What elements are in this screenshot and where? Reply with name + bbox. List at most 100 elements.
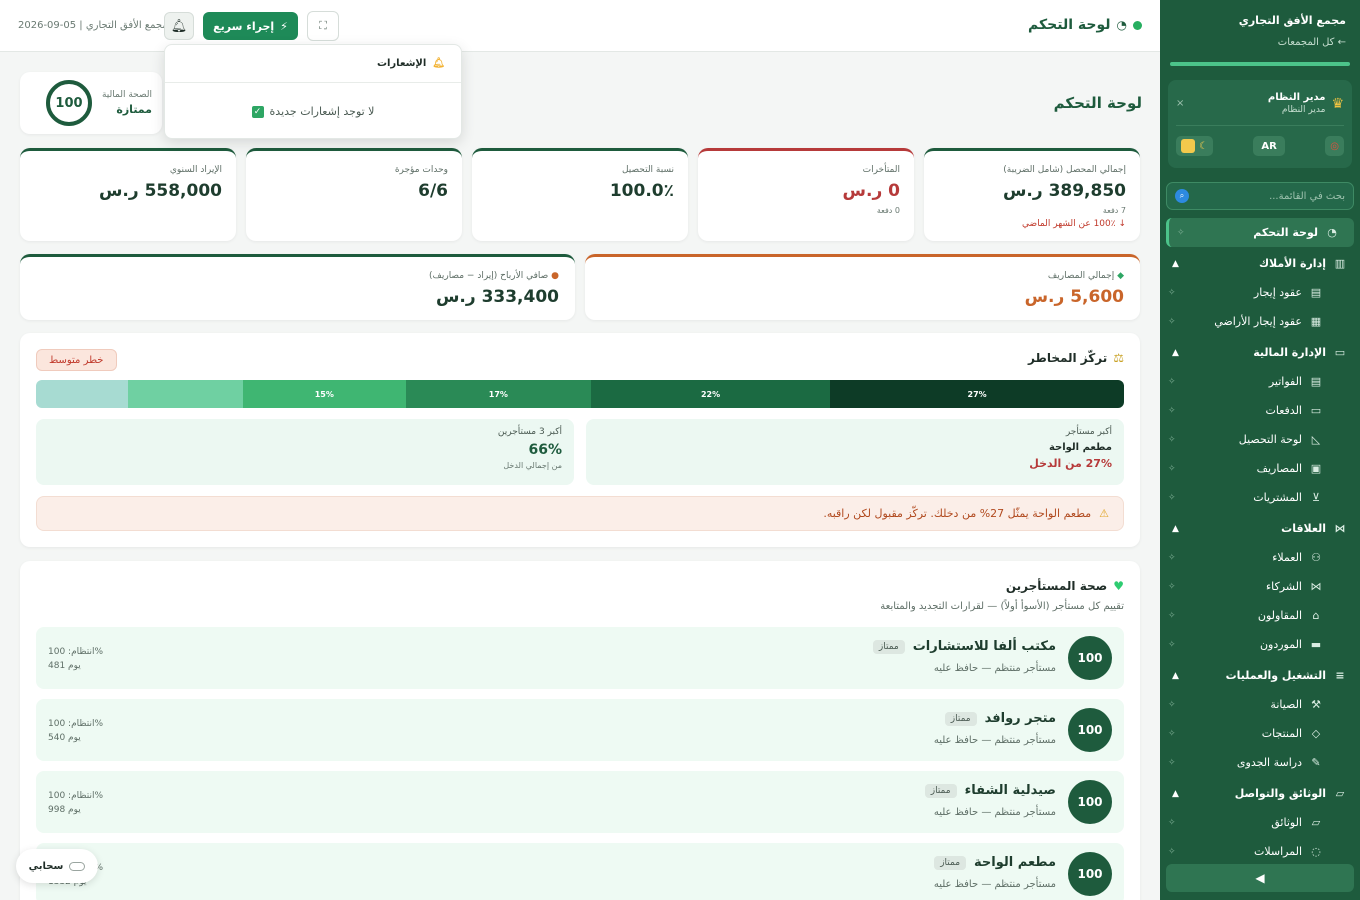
tenant-row[interactable]: 100 مطعم الواحة ممتاز مستأجر منتظم — حافظ… [36,843,1124,900]
pin-icon[interactable]: ✧ [1168,729,1176,739]
pin-icon[interactable]: ✧ [1168,435,1176,445]
sidebar-group-properties[interactable]: ▥ إدارة الأملاك ▲ [1160,249,1360,278]
sidebar-item-contractors[interactable]: ⌂ المقاولون ✧ [1160,601,1360,630]
sidebar-item-leases[interactable]: ▤ عقود إيجار ✧ [1160,278,1360,307]
kpi-value: 6/6 [418,181,448,201]
sidebar-group-documents[interactable]: ▱ الوثائق والتواصل ▲ [1160,779,1360,808]
kpi-label: صافي الأرباح (إيراد − مصاريف) [429,271,549,281]
wrench-icon: ⚒ [1311,698,1321,711]
sidebar-item-payments[interactable]: ▭ الدفعات ✧ [1160,396,1360,425]
sidebar-group-operations[interactable]: ≡ التشغيل والعمليات ▲ [1160,661,1360,690]
sidebar-item-land-leases[interactable]: ▦ عقود إيجار الأراضي ✧ [1160,307,1360,336]
heart-icon: ♥ [1113,579,1124,593]
tenant-badge: ممتاز [944,711,977,726]
risk-alert: ⚠︎ مطعم الواحة يمثّل 27% من دخلك. تركّز … [36,496,1124,531]
sidebar-item-label: الدفعات [1265,404,1302,417]
notifications-dropdown: 🔔︎ الإشعارات لا توجد إشعارات جديدة ✓ [164,44,462,139]
tenant-row[interactable]: 100 صيدلية الشفاء ممتاز مستأجر منتظم — حا… [36,771,1124,833]
tenant-desc: مستأجر منتظم — حافظ عليه [933,807,1056,818]
sidebar-item-purchases[interactable]: ⊻ المشتريات ✧ [1160,483,1360,512]
target-icon: ◎ [1330,140,1339,152]
sidebar-item-label: لوحة التحصيل [1238,433,1302,446]
partners-icon: ⋈ [1310,580,1322,593]
search-icon[interactable]: ⌕ [1175,189,1189,203]
pin-icon[interactable]: ✧ [1168,493,1176,503]
sidebar-item-documents[interactable]: ▱ الوثائق ✧ [1160,808,1360,837]
pin-icon[interactable]: ✧ [1168,758,1176,768]
sidebar-item-dashboard[interactable]: ◔ لوحة التحكم ✧ [1166,218,1354,247]
financial-health-card: الصحة المالية ممتازة 100 [20,72,162,134]
fullscreen-button[interactable]: ⛶ [307,11,339,41]
largest-tenant-box: أكبر مستأجر مطعم الواحة 27% من الدخل [586,419,1124,485]
building-icon: ▥ [1334,257,1346,270]
pin-icon[interactable]: ✧ [1168,611,1176,621]
weather-widget[interactable]: سحابي [16,849,98,883]
back-to-complexes-link[interactable]: ← كل المجمعات [1174,37,1346,48]
tenant-health-subtitle: تقييم كل مستأجر (الأسوأ أولاً) — لقرارات… [880,601,1124,612]
caret-up-icon: ▲ [1172,523,1179,534]
sidebar-item-maintenance[interactable]: ⚒ الصيانة ✧ [1160,690,1360,719]
sidebar-search-input[interactable] [1195,190,1345,202]
sidebar-item-label: عقود إيجار الأراضي [1214,315,1302,328]
sidebar-group-finance[interactable]: ▭ الإدارة المالية ▲ [1160,338,1360,367]
sliders-icon: ≡ [1335,669,1345,682]
notifications-button[interactable]: 🔔︎ [164,12,194,40]
sidebar-item-expenses[interactable]: ▣ المصاريف ✧ [1160,454,1360,483]
risk-bar-segment [36,380,129,408]
risk-bar-segment: 15% [242,380,406,408]
sidebar-item-suppliers[interactable]: ▬ الموردون ✧ [1160,630,1360,659]
pin-icon[interactable]: ✧ [1168,640,1176,650]
pin-icon[interactable]: ✧ [1168,406,1176,416]
notifications-header: 🔔︎ الإشعارات [165,45,461,83]
tenant-row[interactable]: 100 متجر روافد ممتاز مستأجر منتظم — حافظ … [36,699,1124,761]
pin-icon[interactable]: ✧ [1168,464,1176,474]
dashboard-icon: ◔ [1327,226,1337,239]
sidebar-group-relations[interactable]: ⋈ العلاقات ▲ [1160,514,1360,543]
sidebar-item-partners[interactable]: ⋈ الشركاء ✧ [1160,572,1360,601]
theme-toggle[interactable]: ☾ [1176,136,1213,156]
sidebar-collapse-button[interactable]: ◀ [1166,864,1354,892]
pin-icon[interactable]: ✧ [1168,377,1176,387]
sidebar-item-products[interactable]: ◇ المنتجات ✧ [1160,719,1360,748]
sidebar-item-feasibility[interactable]: ✎ دراسة الجدوى ✧ [1160,748,1360,777]
pin-icon[interactable]: ✧ [1168,553,1176,563]
cloud-icon [69,861,86,871]
topbar-title: لوحة التحكم [1028,17,1111,33]
sidebar-item-clients[interactable]: ⚇ العملاء ✧ [1160,543,1360,572]
target-button[interactable]: ◎ [1325,136,1344,156]
tenant-badge: ممتاز [934,855,967,870]
sidebar-item-label: الصيانة [1270,698,1302,711]
kpi-arrears: المتأخرات 0 ر.س 0 دفعة [698,148,914,241]
tenant-regularity: انتظام: 100% [48,791,104,801]
quick-action-button[interactable]: ⚡︎ إجراء سريع [203,12,298,40]
warning-icon: ⚠︎ [1099,507,1109,520]
kpi-delta: ↓ 100٪ عن الشهر الماضي [1022,219,1126,229]
user-role: مدير النظام [1281,105,1326,115]
sidebar-item-collection-board[interactable]: ◺ لوحة التحصيل ✧ [1160,425,1360,454]
payment-icon: ▭ [1310,404,1322,417]
pin-icon[interactable]: ✧ [1177,228,1185,238]
pin-icon[interactable]: ✧ [1168,700,1176,710]
pin-icon[interactable]: ✧ [1168,818,1176,828]
sidebar-item-label: المقاولون [1257,609,1302,622]
tenant-row[interactable]: 100 مكتب ألفا للاستشارات ممتاز مستأجر منت… [36,627,1124,689]
sidebar-item-invoices[interactable]: ▤ الفواتير ✧ [1160,367,1360,396]
sidebar-item-correspondence[interactable]: ◌ المراسلات ✧ [1160,837,1360,866]
sidebar-group-label: إدارة الأملاك [1258,257,1326,270]
risk-bar-segment: 22% [590,380,831,408]
folder-icon: ▱ [1335,787,1345,800]
sun-icon [1181,139,1195,153]
pin-icon[interactable]: ✧ [1168,317,1176,327]
kpi-net-profit: ● صافي الأرباح (إيراد − مصاريف) 333,400 … [20,254,575,320]
risk-bar-segment: 17% [405,380,591,408]
brand-name: مجمع الأفق التجاري [1238,14,1346,27]
pin-icon[interactable]: ✧ [1168,582,1176,592]
language-toggle[interactable]: AR [1253,136,1285,156]
cash-icon: ▣ [1310,462,1322,475]
close-icon[interactable]: × [1176,98,1184,109]
sidebar-item-label: المراسلات [1253,845,1302,858]
pin-icon[interactable]: ✧ [1168,847,1176,857]
tenant-score: 100 [1068,780,1112,824]
top3-sub: من إجمالي الدخل [503,461,562,470]
pin-icon[interactable]: ✧ [1168,288,1176,298]
